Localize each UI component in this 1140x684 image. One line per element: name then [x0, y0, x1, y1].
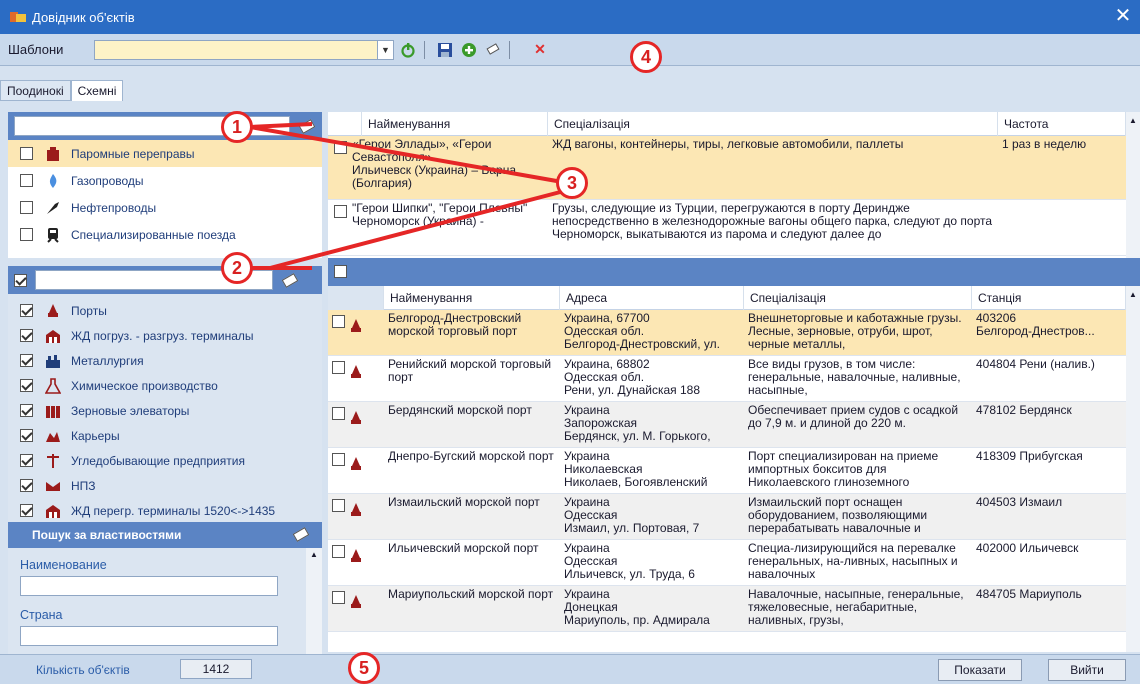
callout-2: 2 — [221, 252, 253, 284]
callout-5: 5 — [348, 652, 380, 684]
callout-line-2 — [269, 188, 569, 270]
callout-4: 4 — [630, 41, 662, 73]
callout-lines — [249, 122, 569, 270]
callout-line-1b — [249, 122, 313, 129]
callout-3: 3 — [556, 167, 588, 199]
callout-line-1 — [249, 125, 569, 185]
callout-1: 1 — [221, 111, 253, 143]
